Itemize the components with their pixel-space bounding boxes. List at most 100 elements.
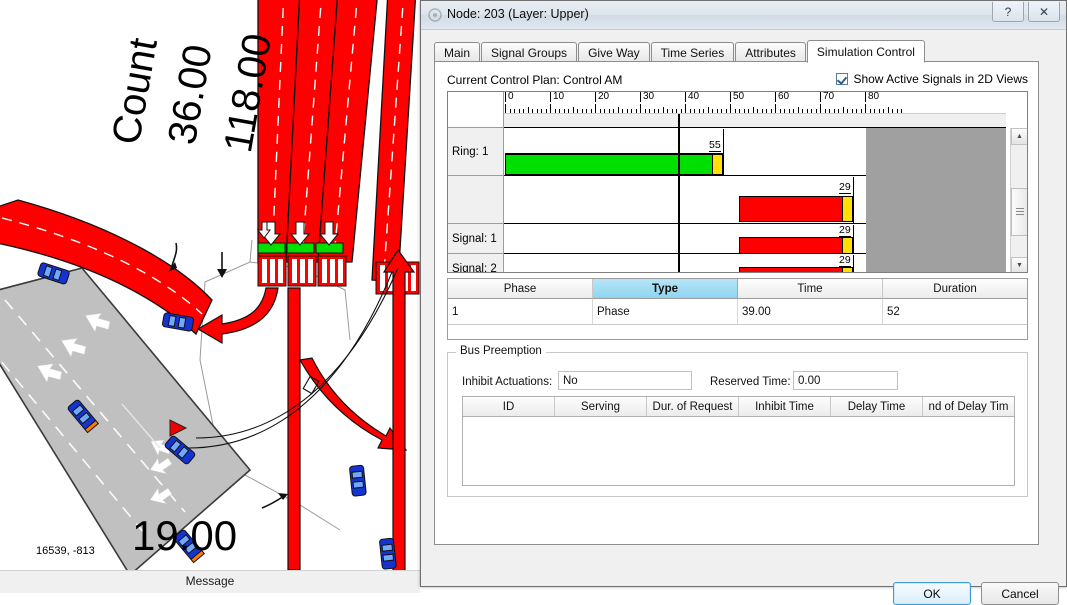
ruler-minor-tick <box>645 109 646 113</box>
ruler-minor-tick <box>613 109 614 113</box>
column-header-end-of-delay-time[interactable]: nd of Delay Tim <box>923 397 1014 417</box>
ruler-minor-tick <box>802 109 803 113</box>
ok-button[interactable]: OK <box>893 582 971 605</box>
tab-simulation-control[interactable]: Simulation Control <box>807 40 925 63</box>
ruler-minor-tick <box>897 109 898 113</box>
ruler-minor-tick <box>631 109 632 113</box>
current-control-plan-label: Current Control Plan: Control AM <box>447 73 622 87</box>
chart-bar-amber-signal1 <box>842 237 853 254</box>
ruler-minor-tick <box>604 109 605 113</box>
chart-bar-label-row2: 29 <box>839 181 851 194</box>
ruler-minor-tick <box>901 109 902 113</box>
cell-type[interactable]: Phase <box>593 299 738 325</box>
ruler-minor-tick <box>798 107 799 113</box>
ruler-minor-tick <box>757 109 758 113</box>
ruler-minor-tick <box>712 109 713 113</box>
tab-attributes[interactable]: Attributes <box>735 42 806 62</box>
help-icon[interactable]: ? <box>992 2 1024 22</box>
close-icon[interactable]: ✕ <box>1028 2 1060 22</box>
scroll-down-arrow-icon[interactable]: ▼ <box>1011 257 1028 273</box>
column-header-phase[interactable]: Phase <box>448 279 593 299</box>
checkbox-indicator[interactable] <box>836 73 848 85</box>
cell-time[interactable]: 39.00 <box>738 299 883 325</box>
ruler-minor-tick <box>690 109 691 113</box>
node-properties-dialog[interactable]: Node: 203 (Layer: Upper) ? ✕ MainSignal … <box>420 0 1067 587</box>
ruler-tick-60: 60 <box>775 92 789 102</box>
ruler-minor-tick <box>879 109 880 113</box>
scrollbar-grip-icon <box>1016 208 1024 209</box>
ruler-minor-tick <box>811 109 812 113</box>
ruler-minor-tick <box>807 109 808 113</box>
ruler-tick-10: 10 <box>550 92 564 102</box>
ruler-minor-tick <box>784 109 785 113</box>
column-header-time[interactable]: Time <box>738 279 883 299</box>
tab-give-way[interactable]: Give Way <box>578 42 650 62</box>
column-header-id[interactable]: ID <box>463 397 555 417</box>
ruler-minor-tick <box>577 109 578 113</box>
chart-bar-end-marker-signal2 <box>853 255 854 273</box>
show-active-signals-label: Show Active Signals in 2D Views <box>853 72 1028 86</box>
bus-preemption-table[interactable]: ID Serving Dur. of Request Inhibit Time … <box>462 396 1015 486</box>
column-header-duration[interactable]: Duration <box>883 279 1027 299</box>
tab-signal-groups[interactable]: Signal Groups <box>481 42 577 62</box>
scroll-up-arrow-icon[interactable]: ▲ <box>1011 128 1028 145</box>
ruler-minor-tick <box>640 104 641 113</box>
dialog-titlebar[interactable]: Node: 203 (Layer: Upper) ? ✕ <box>421 1 1066 30</box>
chart-inactive-region <box>866 128 1006 273</box>
chart-bar-amber-ring1 <box>712 154 723 175</box>
ruler-minor-tick <box>708 107 709 113</box>
ruler-minor-tick <box>856 109 857 113</box>
chart-bar-red-signal2 <box>739 267 843 273</box>
chart-bar-red-signal1 <box>739 237 843 254</box>
table-row[interactable]: 1 Phase 39.00 52 <box>448 299 1027 325</box>
ruler-minor-tick <box>780 109 781 113</box>
ruler-minor-tick <box>573 107 574 113</box>
ruler-minor-tick <box>681 109 682 113</box>
ruler-minor-tick <box>694 109 695 113</box>
tab-time-series[interactable]: Time Series <box>651 42 735 62</box>
ruler-minor-tick <box>622 109 623 113</box>
ruler-minor-tick <box>820 104 821 113</box>
ruler-minor-tick <box>559 109 560 113</box>
reserved-time-field[interactable]: 0.00 <box>793 371 898 390</box>
dialog-body: MainSignal GroupsGive WayTime SeriesAttr… <box>422 30 1067 587</box>
phase-table[interactable]: Phase Type Time Duration 1 Phase 39.00 5… <box>447 278 1028 340</box>
scrollbar-thumb[interactable] <box>1011 188 1028 236</box>
map-canvas[interactable]: Count 36.00 118.00 19.00 16539, -813 <box>0 0 420 570</box>
ruler-minor-tick <box>532 109 533 113</box>
ruler-minor-tick <box>555 109 556 113</box>
ruler-tick-80: 80 <box>865 92 879 102</box>
show-active-signals-checkbox[interactable]: Show Active Signals in 2D Views <box>836 72 1028 86</box>
ruler-minor-tick <box>721 109 722 113</box>
chart-vertical-scrollbar[interactable]: ▲ ▼ <box>1010 128 1027 273</box>
chart-bar-green-ring1 <box>505 154 713 175</box>
cell-duration[interactable]: 52 <box>883 299 1027 325</box>
tab-main[interactable]: Main <box>434 42 480 62</box>
signal-timing-chart[interactable]: Ring: 1 Signal: 1 Signal: 2 0 10 20 30 4… <box>447 91 1028 273</box>
inhibit-actuations-field[interactable]: No <box>558 371 692 390</box>
chart-row-label-signal-2: Signal: 2 <box>448 254 504 273</box>
ruler-minor-tick <box>667 109 668 113</box>
column-header-serving[interactable]: Serving <box>555 397 647 417</box>
reserved-time-label: Reserved Time: <box>710 376 791 388</box>
simulation-control-panel: Current Control Plan: Control AM Show Ac… <box>434 61 1039 545</box>
cancel-button[interactable]: Cancel <box>981 582 1059 605</box>
ruler-minor-tick <box>766 109 767 113</box>
ruler-tick-20: 20 <box>595 92 609 102</box>
ruler-minor-tick <box>676 109 677 113</box>
ruler-minor-tick <box>591 109 592 113</box>
cell-phase[interactable]: 1 <box>448 299 593 325</box>
column-header-inhibit-time[interactable]: Inhibit Time <box>739 397 831 417</box>
ruler-minor-tick <box>775 104 776 113</box>
node-icon <box>427 7 443 23</box>
ruler-minor-tick <box>654 109 655 113</box>
bus-table-header: ID Serving Dur. of Request Inhibit Time … <box>463 397 1014 417</box>
column-header-delay-time[interactable]: Delay Time <box>831 397 923 417</box>
inhibit-actuations-label: Inhibit Actuations: <box>462 376 552 388</box>
chart-time-cursor[interactable] <box>678 114 680 273</box>
chart-bar-amber-signal2 <box>842 267 853 273</box>
column-header-type[interactable]: Type <box>593 279 738 299</box>
column-header-dur-of-request[interactable]: Dur. of Request <box>647 397 739 417</box>
ruler-minor-tick <box>883 109 884 113</box>
chart-bar-end-marker-row2 <box>853 177 854 223</box>
